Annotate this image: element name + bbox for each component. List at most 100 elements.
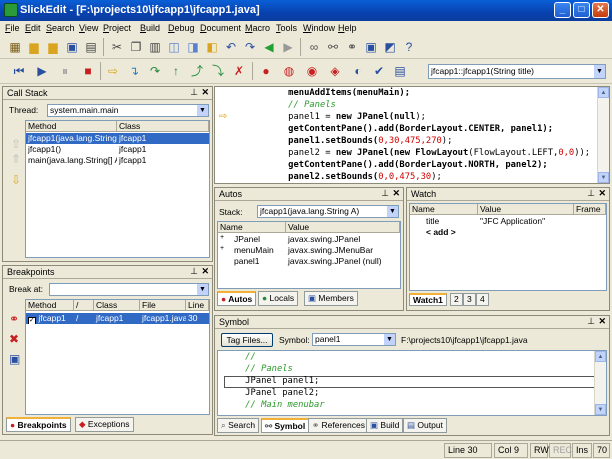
- table-row[interactable]: + JPanel javax.swing.JPanel: [218, 234, 400, 245]
- watchpoint-icon[interactable]: ◈: [326, 62, 344, 80]
- chevron-down-icon[interactable]: ▼: [384, 334, 395, 345]
- chevron-down-icon[interactable]: ▼: [387, 206, 398, 217]
- close-icon[interactable]: ✕: [598, 188, 606, 199]
- thread-dropdown[interactable]: system.main.main ▼: [47, 104, 209, 117]
- back-icon[interactable]: ◀: [260, 38, 278, 56]
- tag-files-button[interactable]: Tag Files...: [221, 333, 273, 347]
- column-file[interactable]: File: [140, 300, 186, 311]
- forward-icon[interactable]: ▶: [279, 38, 297, 56]
- top-frame-icon[interactable]: ⇑: [11, 152, 21, 166]
- minimize-button[interactable]: _: [554, 2, 571, 18]
- status-ins[interactable]: Ins: [572, 443, 592, 458]
- expand-icon[interactable]: +: [218, 245, 232, 256]
- show-next-statement-icon[interactable]: ⇨: [104, 62, 122, 80]
- close-button[interactable]: ✕: [592, 2, 609, 18]
- down-arrow-icon[interactable]: ⇩: [11, 173, 21, 187]
- symbol-vertical-scrollbar[interactable]: ▲ ▼: [594, 351, 606, 415]
- menu-build[interactable]: Build: [140, 23, 160, 33]
- diff-icon[interactable]: ◩: [381, 38, 399, 56]
- pin-icon[interactable]: ⊥: [190, 87, 198, 98]
- open-folder-icon[interactable]: ▆: [44, 38, 62, 56]
- step-out-icon[interactable]: ↑: [167, 62, 185, 80]
- maximize-button[interactable]: □: [573, 2, 590, 18]
- undo-icon[interactable]: ↶: [222, 38, 240, 56]
- column-name[interactable]: Name: [410, 204, 478, 215]
- column-method[interactable]: Method: [26, 300, 74, 311]
- run-to-cursor-icon[interactable]: ⤵: [209, 62, 227, 80]
- menu-macro[interactable]: Macro: [245, 23, 270, 33]
- column-class[interactable]: Class: [94, 300, 140, 311]
- tab-output[interactable]: ▤ Output: [403, 418, 447, 433]
- up-arrow-icon[interactable]: ⇧: [11, 137, 21, 151]
- scroll-down-icon[interactable]: ▼: [595, 404, 606, 415]
- redo-icon[interactable]: ↷: [241, 38, 259, 56]
- save-icon[interactable]: ▣: [63, 38, 81, 56]
- column-frame[interactable]: Frame: [574, 204, 606, 215]
- link-icon[interactable]: ⚯: [324, 38, 342, 56]
- close-icon[interactable]: ✕: [392, 188, 400, 199]
- status-rw[interactable]: RW: [530, 443, 549, 458]
- editor-vertical-scrollbar[interactable]: ▲ ▼: [597, 87, 609, 183]
- watch-icon[interactable]: ◐: [349, 62, 367, 80]
- breakpoint-properties-icon[interactable]: ▣: [9, 352, 20, 366]
- table-row[interactable]: jfcapp1(java.lang.String A) jfcapp1: [26, 133, 209, 144]
- pin-icon[interactable]: ⊥: [587, 316, 595, 327]
- menu-tools[interactable]: Tools: [276, 23, 297, 33]
- step-instruction-icon[interactable]: ⤴: [188, 62, 206, 80]
- scroll-up-icon[interactable]: ▲: [595, 351, 606, 362]
- tab-watch4[interactable]: 4: [476, 293, 489, 306]
- menu-project[interactable]: Project: [103, 23, 131, 33]
- column-name[interactable]: Name: [218, 222, 286, 233]
- stack-dropdown[interactable]: jfcapp1(java.lang.String A) ▼: [257, 205, 399, 218]
- help-icon[interactable]: ?: [400, 38, 418, 56]
- step-into-icon[interactable]: ↴: [125, 62, 143, 80]
- column-class[interactable]: Class: [117, 121, 209, 132]
- restart-icon[interactable]: ⏮: [10, 62, 28, 80]
- paste-icon[interactable]: ▥: [146, 38, 164, 56]
- new-project-icon[interactable]: ▦: [6, 38, 24, 56]
- menu-help[interactable]: Help: [338, 23, 357, 33]
- table-row[interactable]: main(java.lang.String[] A) jfcapp1: [26, 155, 209, 166]
- menu-debug[interactable]: Debug: [168, 23, 195, 33]
- tab-symbol[interactable]: ⚯ Symbol: [261, 418, 310, 433]
- add-watch-row[interactable]: < add >: [410, 227, 606, 238]
- stop-icon[interactable]: ■: [79, 62, 97, 80]
- replace-icon[interactable]: ◨: [184, 38, 202, 56]
- references-icon[interactable]: ⚭: [343, 38, 361, 56]
- column-sep[interactable]: /: [74, 300, 94, 311]
- find-icon[interactable]: ◫: [165, 38, 183, 56]
- column-value[interactable]: Value: [286, 222, 400, 233]
- delete-breakpoint-icon[interactable]: ✖: [9, 332, 19, 346]
- pin-icon[interactable]: ⊥: [190, 266, 198, 277]
- tab-members[interactable]: ▣ Members: [304, 291, 358, 306]
- status-rec[interactable]: REC: [549, 443, 572, 458]
- copy-icon[interactable]: ❐: [127, 38, 145, 56]
- menu-edit[interactable]: Edit: [25, 23, 41, 33]
- tab-breakpoints[interactable]: ● Breakpoints: [6, 417, 71, 432]
- column-value[interactable]: Value: [478, 204, 574, 215]
- step-over-icon[interactable]: ↷: [146, 62, 164, 80]
- slickedit-app-icon[interactable]: [4, 3, 18, 17]
- tab-build[interactable]: ▣ Build: [366, 418, 404, 433]
- pin-icon[interactable]: ⊥: [587, 188, 595, 199]
- toggle-breakpoint-icon[interactable]: ●: [257, 62, 275, 80]
- expand-icon[interactable]: [218, 256, 232, 267]
- menu-file[interactable]: File: [5, 23, 20, 33]
- scroll-down-icon[interactable]: ▼: [598, 172, 609, 183]
- code-editor[interactable]: ⇨ menuAddItems(menuMain); // Panels pane…: [214, 86, 610, 184]
- tab-watch3[interactable]: 3: [463, 293, 476, 306]
- disable-breakpoint-icon[interactable]: ◍: [280, 62, 298, 80]
- clear-breakpoints-icon[interactable]: ✗: [230, 62, 248, 80]
- menu-search[interactable]: Search: [46, 23, 75, 33]
- registers-icon[interactable]: ▤: [391, 62, 409, 80]
- symbol-preview[interactable]: // // Panels JPanel panel1; JPanel panel…: [217, 350, 607, 416]
- binoculars-icon[interactable]: ∞: [305, 38, 323, 56]
- checkbox[interactable]: ✓: [28, 317, 36, 324]
- break-at-dropdown[interactable]: ▼: [49, 283, 209, 296]
- tab-autos[interactable]: ● Autos: [217, 291, 257, 306]
- close-icon[interactable]: ✕: [201, 266, 209, 277]
- tab-search[interactable]: ⌕ Search: [217, 418, 260, 433]
- tab-watch2[interactable]: 2: [450, 293, 463, 306]
- chevron-down-icon[interactable]: ▼: [594, 65, 605, 78]
- open-file-icon[interactable]: ▆: [25, 38, 43, 56]
